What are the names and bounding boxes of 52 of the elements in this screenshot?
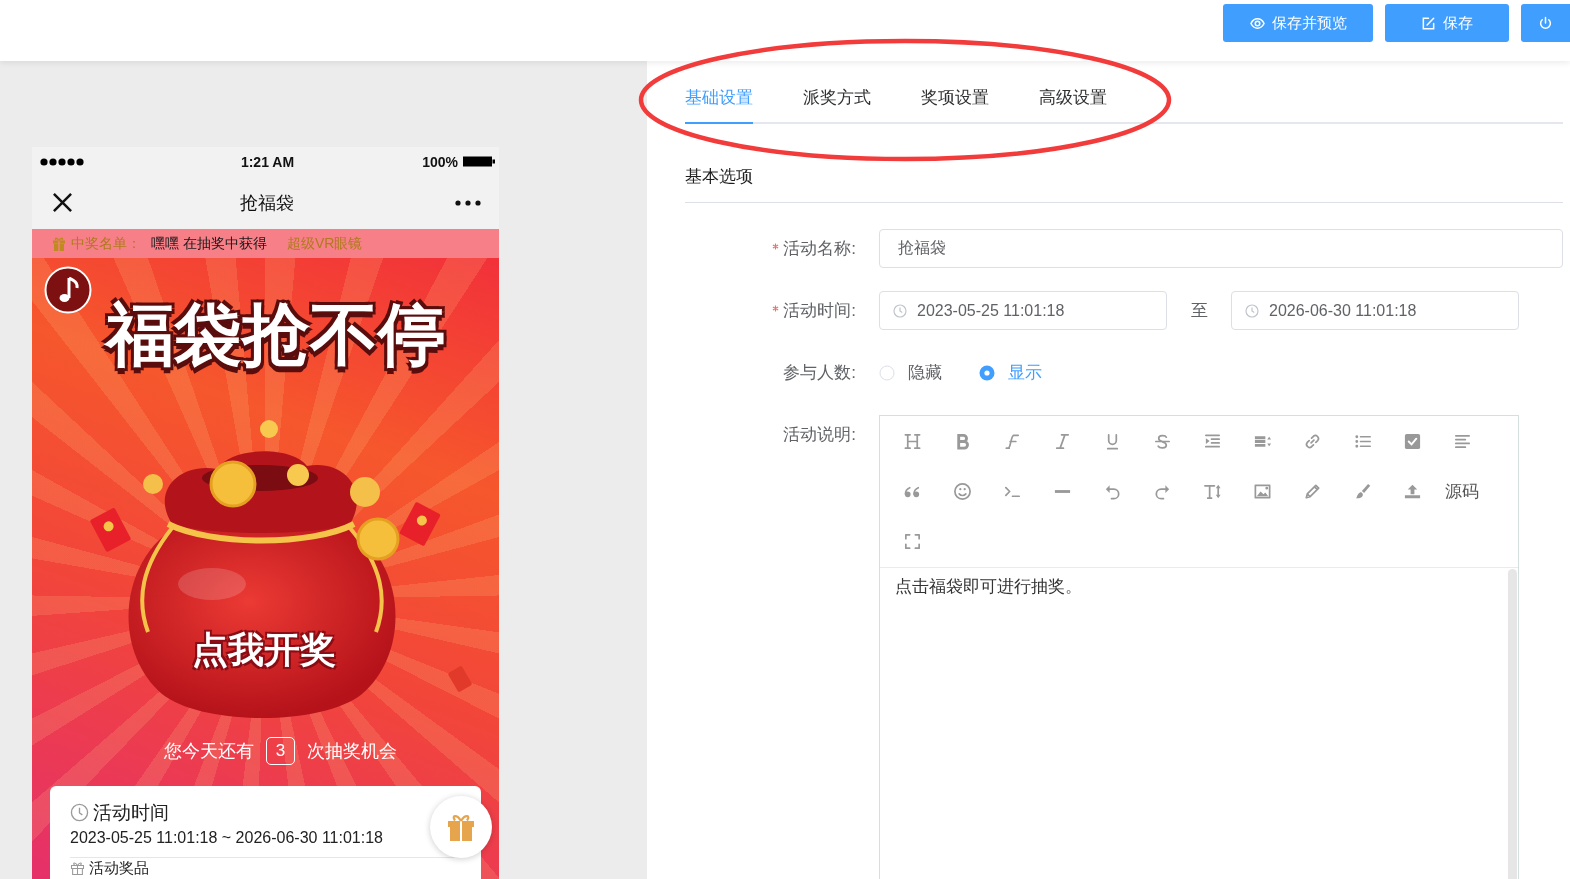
editor-content-area[interactable]: 点击福袋即可进行抽奖。 — [880, 568, 1518, 879]
clock-icon — [70, 803, 89, 822]
page-title: 抢福袋 — [239, 191, 294, 215]
name-input[interactable]: 抢福袋 — [879, 229, 1563, 268]
end-date-field[interactable]: 2026-06-30 11:01:18 — [1231, 291, 1519, 330]
field-label: 活动时间: — [783, 300, 856, 322]
settings-tab[interactable]: 高级设置 — [1039, 78, 1107, 124]
power-icon — [1538, 15, 1553, 31]
chance-count: 3 — [266, 737, 295, 765]
settings-tab[interactable]: 奖项设置 — [921, 78, 989, 124]
radio-option[interactable]: 隐藏 — [879, 361, 942, 384]
activity-time-range: 2023-05-25 11:01:18 ~ 2026-06-30 11:01:18 — [70, 828, 383, 848]
draw-prize-button[interactable]: 点我开奖 — [192, 628, 336, 672]
section-title: 基本选项 — [685, 164, 1563, 203]
power-button[interactable] — [1521, 4, 1570, 42]
checkbox-icon[interactable] — [1402, 431, 1422, 451]
source-code-button[interactable]: 源码 — [1445, 479, 1479, 503]
date-separator: 至 — [1189, 300, 1209, 322]
pen-icon[interactable] — [1302, 481, 1322, 501]
gift-icon — [70, 860, 85, 876]
gift-icon — [52, 236, 66, 251]
close-icon[interactable] — [52, 192, 73, 213]
ticker-prize: 超级VR眼镜 — [286, 234, 363, 253]
info-section-title: 活动时间 — [93, 801, 169, 825]
poster-title: 福袋抢不停 — [103, 295, 446, 374]
field-label: 活动说明: — [783, 424, 856, 446]
scrollbar[interactable] — [1508, 569, 1517, 879]
clock-icon — [893, 303, 907, 318]
eye-icon — [1249, 15, 1265, 31]
settings-tab[interactable]: 派奖方式 — [803, 78, 871, 124]
gift-icon — [446, 812, 476, 842]
heading-icon[interactable] — [902, 431, 922, 451]
chances-suffix-text: 次抽奖机会 — [307, 740, 397, 763]
smiley-icon[interactable] — [952, 481, 972, 501]
chances-prefix-text: 您今天还有 — [164, 740, 254, 763]
ticker-message: 嘿嘿 在抽奖中获得 — [151, 234, 267, 253]
clock-icon — [1245, 303, 1259, 318]
indent-icon[interactable] — [1202, 431, 1222, 451]
edit-icon — [1421, 15, 1436, 31]
battery-icon — [463, 156, 495, 167]
start-date-field[interactable]: 2023-05-25 11:01:18 — [879, 291, 1167, 330]
field-label: 活动名称: — [783, 238, 856, 260]
field-label: 参与人数: — [783, 362, 856, 384]
status-time: 1:21 AM — [240, 153, 295, 170]
music-note-icon[interactable] — [44, 266, 92, 314]
battery-percent: 100% — [422, 153, 458, 170]
signal-dots-icon — [40, 157, 84, 166]
fullscreen-icon[interactable] — [902, 531, 922, 551]
image-icon[interactable] — [1252, 481, 1272, 501]
more-icon[interactable] — [455, 199, 481, 206]
info-section-title: 活动奖品 — [89, 860, 149, 876]
ticker-label: 中奖名单： — [71, 234, 141, 253]
